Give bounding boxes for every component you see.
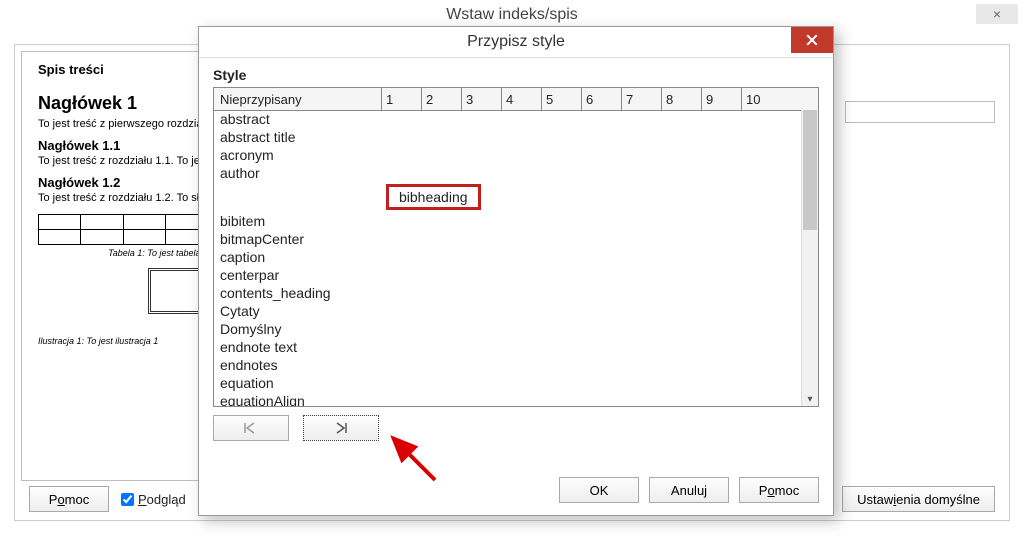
parent-buttons-right: Ustawienia domyślne <box>842 486 995 512</box>
header-col-2[interactable]: 2 <box>422 88 462 110</box>
child-help-button[interactable]: Pomoc <box>739 477 819 503</box>
style-name[interactable]: equationAlign <box>214 393 382 406</box>
header-col-unassigned[interactable]: Nieprzypisany <box>214 88 382 110</box>
style-name[interactable]: endnotes <box>214 357 382 373</box>
move-left-button[interactable] <box>213 415 289 441</box>
header-col-3[interactable]: 3 <box>462 88 502 110</box>
header-col-6[interactable]: 6 <box>582 88 622 110</box>
style-name[interactable]: abstract title <box>214 129 382 145</box>
style-row: endnotes <box>214 356 801 374</box>
assign-styles-dialog: Przypisz style Style Nieprzypisany 1 2 3… <box>198 26 834 516</box>
style-row: equation <box>214 374 801 392</box>
style-row: acronym <box>214 146 801 164</box>
styles-list-wrap: abstract abstract title acronym author b… <box>214 110 818 406</box>
style-row: abstract <box>214 110 801 128</box>
style-row: bitmapCenter <box>214 230 801 248</box>
style-name[interactable]: endnote text <box>214 339 382 355</box>
styles-scrollbar[interactable]: ▾ <box>801 110 818 406</box>
cancel-button[interactable]: Anuluj <box>649 477 729 503</box>
close-icon: × <box>993 6 1001 22</box>
style-row: equationAlign <box>214 392 801 406</box>
style-row: centerpar <box>214 266 801 284</box>
child-title: Przypisz style <box>467 33 565 51</box>
close-icon <box>806 34 818 46</box>
child-close-button[interactable] <box>791 27 833 53</box>
styles-grid-header: Nieprzypisany 1 2 3 4 5 6 7 8 9 10 <box>214 88 818 111</box>
preview-checkbox-label: Podgląd <box>138 492 186 507</box>
go-last-icon <box>332 421 350 435</box>
style-row: endnote text <box>214 338 801 356</box>
parent-defaults-button[interactable]: Ustawienia domyślne <box>842 486 995 512</box>
style-name[interactable]: bitmapCenter <box>214 231 382 247</box>
style-name[interactable]: centerpar <box>214 267 382 283</box>
styles-grid[interactable]: Nieprzypisany 1 2 3 4 5 6 7 8 9 10 abstr… <box>213 87 819 407</box>
ok-button[interactable]: OK <box>559 477 639 503</box>
style-row: contents_heading <box>214 284 801 302</box>
style-name[interactable]: contents_heading <box>214 285 382 301</box>
preview-checkbox-wrap[interactable]: Podgląd <box>121 492 186 507</box>
style-name-highlighted[interactable]: bibheading <box>386 184 481 210</box>
style-row: Domyślny <box>214 320 801 338</box>
go-first-icon <box>242 421 260 435</box>
style-name[interactable]: equation <box>214 375 382 391</box>
parent-title-input[interactable] <box>845 101 995 123</box>
preview-checkbox[interactable] <box>121 493 134 506</box>
parent-close-button[interactable]: × <box>976 4 1018 24</box>
style-name[interactable]: author <box>214 165 382 181</box>
style-row: author <box>214 164 801 182</box>
header-col-4[interactable]: 4 <box>502 88 542 110</box>
parent-help-button[interactable]: Pomoc <box>29 486 109 512</box>
parent-buttons-left: Pomoc Podgląd <box>29 486 186 512</box>
header-col-1[interactable]: 1 <box>382 88 422 110</box>
style-row: bibitem <box>214 212 801 230</box>
level-nav-buttons <box>213 415 819 441</box>
style-name[interactable]: abstract <box>214 111 382 127</box>
style-row: Cytaty <box>214 302 801 320</box>
preview-table-caption: Tabela 1: To jest tabela 1 <box>38 248 208 258</box>
scrollbar-down-icon[interactable]: ▾ <box>802 392 818 406</box>
header-col-5[interactable]: 5 <box>542 88 582 110</box>
child-dialog-buttons: OK Anuluj Pomoc <box>559 477 819 503</box>
style-name[interactable]: Cytaty <box>214 303 382 319</box>
parent-title: Wstaw indeks/spis <box>0 6 1024 24</box>
styles-label: Style <box>213 67 819 83</box>
child-body: Style Nieprzypisany 1 2 3 4 5 6 7 8 9 10… <box>213 67 819 457</box>
style-row-bibheading[interactable]: bibheading <box>214 188 801 206</box>
scrollbar-thumb[interactable] <box>803 110 817 230</box>
style-name[interactable]: acronym <box>214 147 382 163</box>
styles-list[interactable]: abstract abstract title acronym author b… <box>214 110 801 406</box>
header-col-8[interactable]: 8 <box>662 88 702 110</box>
style-name[interactable]: bibitem <box>214 213 382 229</box>
style-name[interactable]: caption <box>214 249 382 265</box>
header-col-7[interactable]: 7 <box>622 88 662 110</box>
style-name[interactable]: Domyślny <box>214 321 382 337</box>
move-right-button[interactable] <box>303 415 379 441</box>
header-col-9[interactable]: 9 <box>702 88 742 110</box>
style-row: caption <box>214 248 801 266</box>
header-col-10[interactable]: 10 <box>742 88 818 110</box>
child-titlebar: Przypisz style <box>199 27 833 58</box>
style-row: abstract title <box>214 128 801 146</box>
preview-table <box>38 214 208 245</box>
